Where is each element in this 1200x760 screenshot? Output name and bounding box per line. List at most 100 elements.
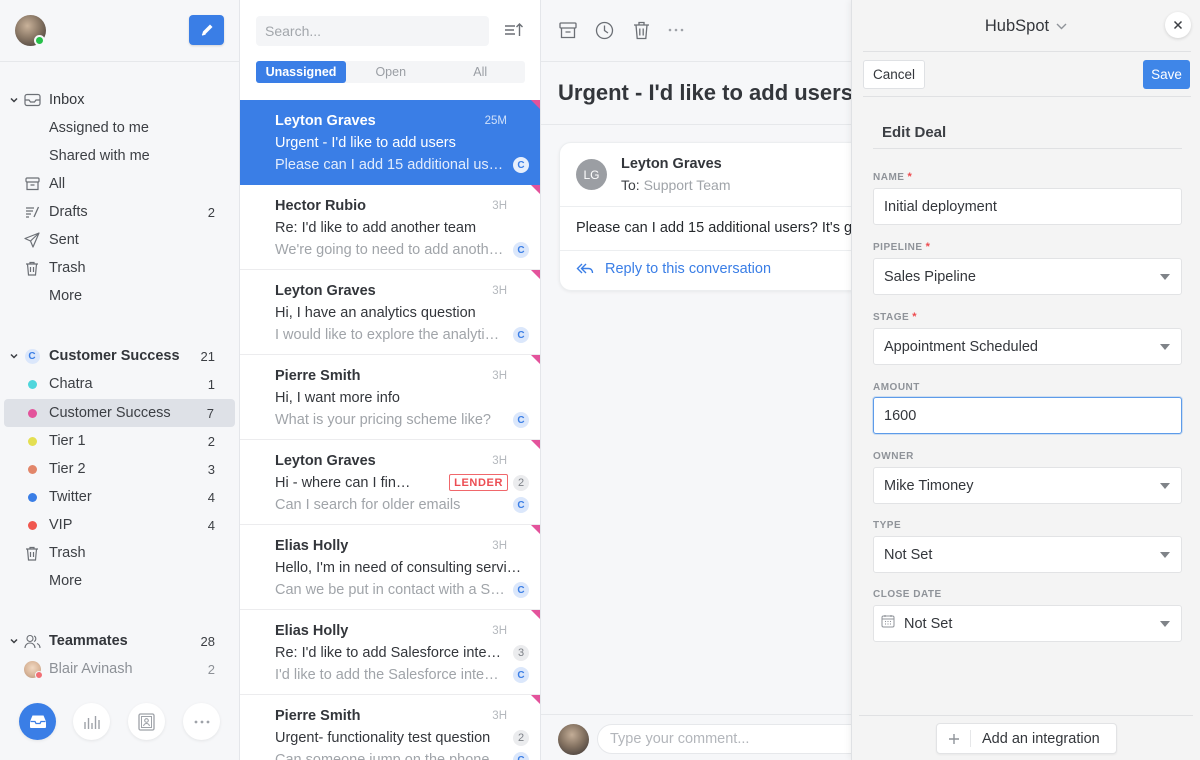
sidebar-section-count: 28	[200, 633, 215, 649]
conversation-subject: Re: I'd like to add Salesforce integrati…	[275, 645, 507, 661]
sidebar-item-label: Tier 2	[49, 461, 86, 477]
comment-input[interactable]	[597, 724, 851, 754]
inbox-badge: C	[513, 497, 529, 513]
nav-contacts-button[interactable]	[128, 703, 165, 740]
sidebar-item-label: Tier 1	[49, 433, 86, 449]
conversation-sender: Leyton Graves	[275, 113, 376, 129]
sidebar-item-sent[interactable]: Sent	[0, 226, 240, 254]
conversation-item[interactable]: Leyton Graves 3H Hi, I have an analytics…	[240, 270, 540, 355]
conversation-subject: Urgent - I'd like to add users	[275, 135, 456, 151]
conversation-preview: What is your pricing scheme like?	[275, 412, 491, 428]
conversation-item[interactable]: Leyton Graves 25M Urgent - I'd like to a…	[240, 100, 540, 185]
conversation-preview: I'd like to add the Salesforce integrati…	[275, 667, 505, 683]
archive-button[interactable]	[558, 20, 578, 40]
conversation-time: 3H	[492, 455, 507, 467]
integration-selector[interactable]: HubSpot	[852, 17, 1200, 36]
more-actions-button[interactable]	[666, 20, 686, 40]
divider	[560, 250, 851, 251]
field-label-amount: AMOUNT	[873, 382, 920, 393]
sidebar-item-tier-2[interactable]: Tier 2 3	[0, 455, 240, 483]
conversation-time: 25M	[484, 115, 507, 127]
conversation-time: 3H	[492, 200, 507, 212]
conversation-item[interactable]: Pierre Smith 3H Hi, I want more info Wha…	[240, 355, 540, 440]
conversation-item[interactable]: Elias Holly 3H Re: I'd like to add Sales…	[240, 610, 540, 695]
conversation-item[interactable]: Elias Holly 3H Hello, I'm in need of con…	[240, 525, 540, 610]
search-input[interactable]	[256, 16, 489, 46]
nav-analytics-button[interactable]	[73, 703, 110, 740]
close-button[interactable]	[1165, 12, 1191, 38]
stage-select[interactable]: Appointment Scheduled	[873, 328, 1182, 365]
sidebar-item-chatra[interactable]: Chatra 1	[0, 370, 240, 398]
send-icon	[23, 231, 41, 249]
sort-button[interactable]	[504, 21, 524, 39]
conversation-item[interactable]: Pierre Smith 3H Urgent- functionality te…	[240, 695, 540, 760]
conversation-sender: Leyton Graves	[275, 283, 376, 299]
tab-unassigned[interactable]: Unassigned	[256, 61, 346, 83]
conversation-time: 3H	[492, 285, 507, 297]
pipeline-select[interactable]: Sales Pipeline	[873, 258, 1182, 295]
sidebar-item-trash[interactable]: Trash	[0, 254, 240, 282]
divider	[859, 715, 1193, 716]
sidebar: Inbox Assigned to me Shared with me All …	[0, 0, 240, 760]
conversation-subject: Hi, I want more info	[275, 390, 400, 406]
sidebar-item-customer-success[interactable]: Customer Success 7	[4, 399, 235, 427]
sidebar-item-assigned-to-me[interactable]: Assigned to me	[0, 114, 240, 142]
sidebar-item-more[interactable]: More	[0, 282, 240, 310]
tab-open[interactable]: Open	[346, 61, 436, 83]
conversation-time: 3H	[492, 540, 507, 552]
amount-field[interactable]	[873, 397, 1182, 434]
sidebar-item-all[interactable]: All	[0, 170, 240, 198]
message-recipients: To: Support Team	[621, 177, 730, 193]
reply-button[interactable]: Reply to this conversation	[576, 261, 771, 277]
amount-input[interactable]	[884, 407, 1171, 424]
caret-down-icon	[1160, 621, 1170, 627]
ellipsis-icon	[668, 28, 684, 32]
chevron-down-icon	[1056, 23, 1067, 30]
deal-name-input[interactable]	[884, 198, 1171, 215]
sidebar-item-tier-1[interactable]: Tier 1 2	[0, 427, 240, 455]
nav-inbox-button[interactable]	[19, 703, 56, 740]
sidebar-item-count: 7	[206, 405, 214, 421]
tag-badge: LENDER	[449, 474, 508, 491]
sidebar-item-team-more[interactable]: More	[0, 567, 240, 595]
snooze-button[interactable]	[594, 20, 614, 40]
save-button[interactable]: Save	[1143, 60, 1190, 89]
type-select[interactable]: Not Set	[873, 536, 1182, 573]
pipeline-value: Sales Pipeline	[884, 268, 976, 285]
close-date-picker[interactable]: Not Set	[873, 605, 1182, 642]
message-count-badge: 2	[513, 730, 529, 746]
sidebar-item-label: More	[49, 288, 83, 304]
add-integration-label: Add an integration	[982, 730, 1100, 747]
sidebar-item-teammate[interactable]: Blair Avinash 2	[0, 655, 240, 683]
pencil-icon	[201, 24, 212, 36]
sidebar-section-inbox[interactable]: Inbox	[0, 86, 240, 114]
conversation-item[interactable]: Leyton Graves 3H Hi - where can I find m…	[240, 440, 540, 525]
sidebar-item-twitter[interactable]: Twitter 4	[0, 483, 240, 511]
deal-name-field[interactable]	[873, 188, 1182, 225]
sidebar-item-shared-with-me[interactable]: Shared with me	[0, 142, 240, 170]
drafts-icon	[23, 203, 41, 221]
cancel-button[interactable]: Cancel	[863, 60, 925, 89]
sidebar-section-count: 21	[200, 348, 215, 364]
nav-more-button[interactable]	[183, 703, 220, 740]
add-integration-button[interactable]: Add an integration	[936, 723, 1117, 754]
conversation-sender: Leyton Graves	[275, 453, 376, 469]
hubspot-panel: HubSpot Cancel Save Edit Deal NAME* PIPE…	[851, 0, 1200, 760]
conversation-item[interactable]: Hector Rubio 3H Re: I'd like to add anot…	[240, 185, 540, 270]
sidebar-item-drafts[interactable]: Drafts 2	[0, 198, 240, 226]
sidebar-item-vip[interactable]: VIP 4	[0, 511, 240, 539]
sort-icon	[505, 23, 523, 36]
tab-all[interactable]: All	[436, 61, 526, 83]
compose-button[interactable]	[189, 15, 224, 45]
sidebar-section-customer-success[interactable]: C Customer Success 21	[0, 342, 240, 370]
owner-select[interactable]: Mike Timoney	[873, 467, 1182, 504]
trash-icon	[633, 21, 649, 39]
chevron-down-icon	[10, 97, 18, 103]
color-dot-icon	[27, 408, 37, 418]
delete-button[interactable]	[631, 20, 651, 40]
inbox-badge: C	[513, 752, 529, 760]
inbox-badge: C	[513, 157, 529, 173]
sidebar-section-teammates[interactable]: Teammates 28	[0, 627, 240, 655]
sidebar-item-team-trash[interactable]: Trash	[0, 539, 240, 567]
sidebar-item-label: Assigned to me	[49, 120, 149, 136]
